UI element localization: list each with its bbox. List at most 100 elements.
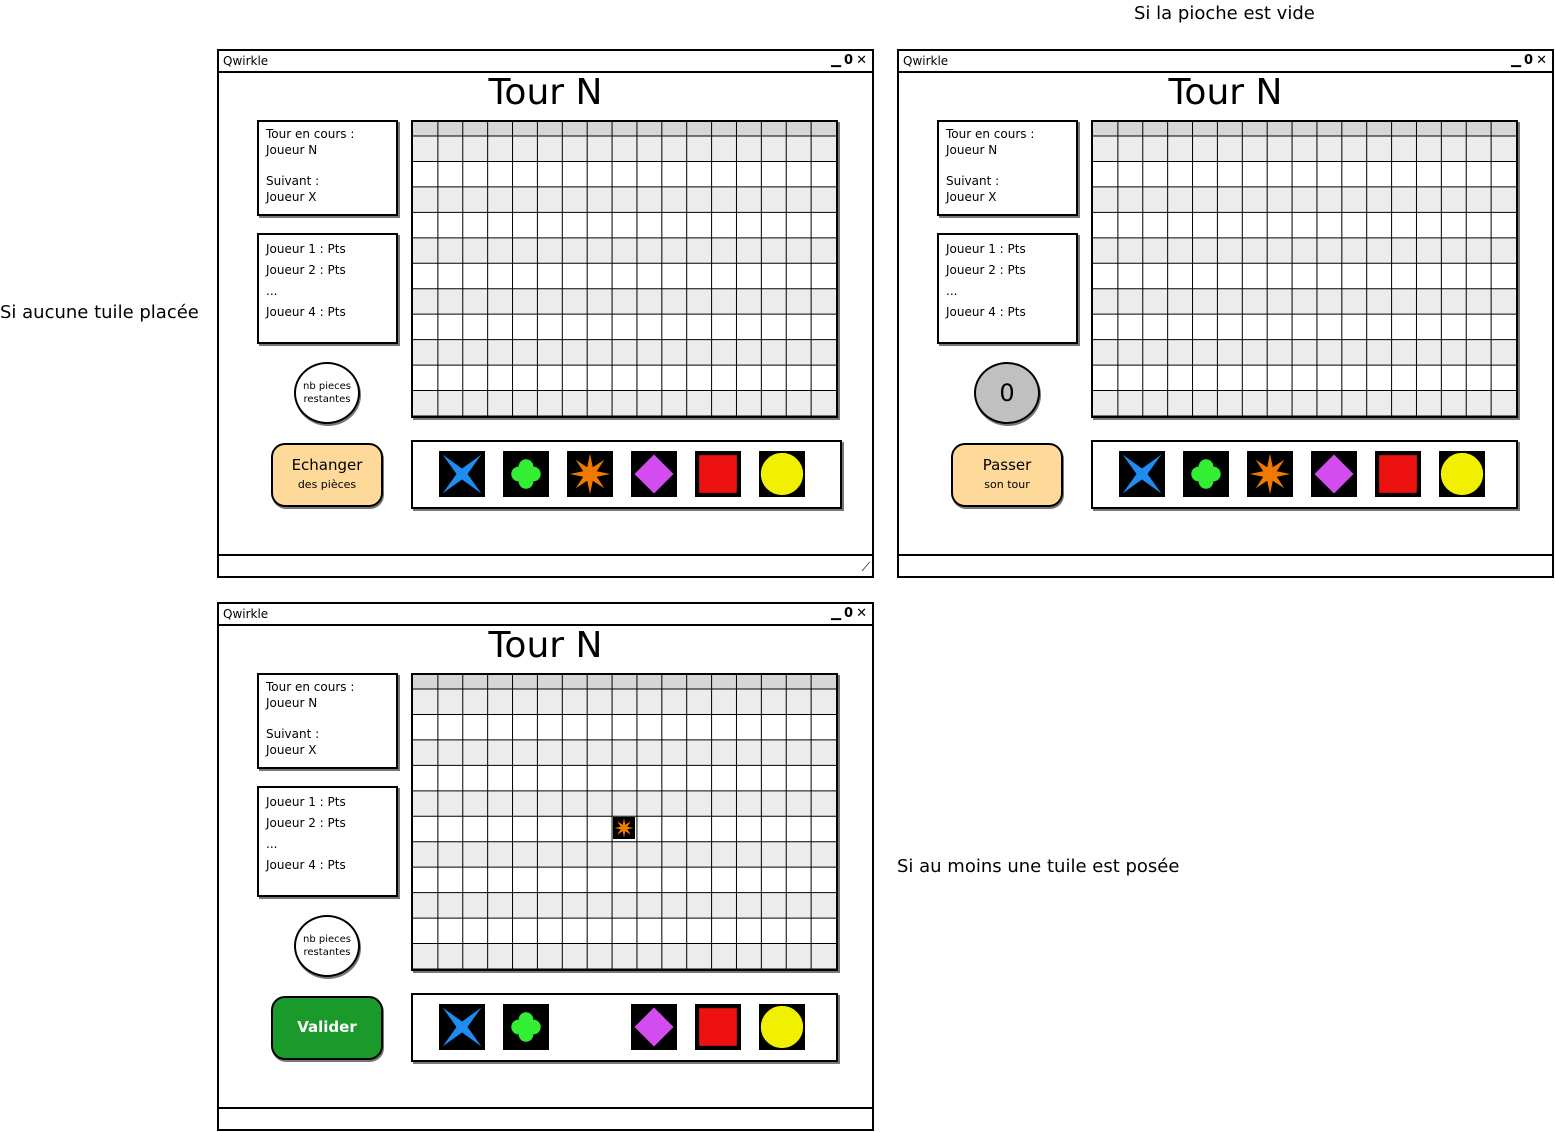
board-row-stripe (1093, 186, 1516, 213)
board-header-row (1093, 122, 1516, 136)
current-player: Joueur N (266, 696, 318, 710)
caption-at-least-one-tile: Si au moins une tuile est posée (897, 856, 1180, 877)
title-bar: Qwirkle ▁ 0 ✕ (219, 51, 872, 73)
player-tile-tray (411, 440, 842, 509)
pieces-remaining-counter: 0 (974, 362, 1040, 424)
maximize-icon[interactable]: 0 (844, 51, 854, 71)
tile-star4-icon[interactable] (439, 1004, 485, 1050)
pieces-remaining-counter: nb pieces restantes (294, 362, 360, 424)
tile-square-icon[interactable] (695, 451, 741, 497)
tile-circle-icon[interactable] (1439, 451, 1485, 497)
tile-starburst-icon[interactable] (1247, 451, 1293, 497)
minimize-icon[interactable]: ▁ (831, 51, 842, 71)
score-player-1: Joueur 1 : Pts (266, 795, 346, 809)
board-row-stripe (413, 186, 836, 213)
tile-clover-icon[interactable] (503, 1004, 549, 1050)
board-row-stripe (413, 136, 836, 162)
window-app-title: Qwirkle (903, 54, 949, 68)
turn-title: Tour N (488, 72, 603, 113)
next-player: Joueur X (946, 190, 997, 204)
score-player-4: Joueur 4 : Pts (946, 305, 1026, 319)
board-row-stripe (413, 689, 836, 715)
current-turn-label: Tour en cours : (946, 127, 1035, 141)
board-row-stripe (1093, 288, 1516, 315)
tile-star4-icon[interactable] (439, 451, 485, 497)
game-window-no-tile: Qwirkle ▁ 0 ✕ Tour N Tour en cours : Joueu… (217, 49, 874, 578)
pieces-remaining-line2: restantes (303, 394, 351, 405)
pass-button-label: Passer (982, 456, 1032, 474)
scores-panel: Joueur 1 : Pts Joueur 2 : Pts ... Joueur… (257, 786, 398, 897)
board-row-stripe (413, 237, 836, 264)
close-icon[interactable]: ✕ (1536, 51, 1548, 71)
next-player: Joueur X (266, 743, 317, 757)
board-row-stripe (413, 790, 836, 817)
exchange-pieces-button[interactable]: Echanger des pièces (271, 443, 383, 507)
tile-diamond-icon[interactable] (1311, 451, 1357, 497)
status-bar (899, 554, 1552, 576)
close-icon[interactable]: ✕ (856, 604, 868, 624)
board-grid (413, 122, 836, 416)
board-row-stripe (1093, 390, 1516, 416)
game-window-tile-placed: Qwirkle ▁ 0 ✕ Tour N Tour en cours : Joueu… (217, 602, 874, 1131)
tile-clover-icon[interactable] (1183, 451, 1229, 497)
placed-tile-starburst[interactable] (613, 817, 636, 840)
board-header-row (413, 122, 836, 136)
resize-grip-icon[interactable]: ⟋ (862, 560, 870, 575)
game-board[interactable] (411, 673, 838, 971)
pass-turn-button[interactable]: Passer son tour (951, 443, 1063, 507)
status-bar: ⟋ (219, 554, 872, 576)
maximize-icon[interactable]: 0 (844, 604, 854, 624)
next-turn-label: Suivant : (266, 727, 320, 741)
tile-diamond-icon[interactable] (631, 1004, 677, 1050)
turn-info-panel: Tour en cours : Joueur N Suivant : Joueu… (257, 673, 398, 769)
board-row-stripe (1093, 237, 1516, 264)
tile-square-icon[interactable] (1375, 451, 1421, 497)
minimize-icon[interactable]: ▁ (1511, 51, 1522, 71)
tile-star4-icon[interactable] (1119, 451, 1165, 497)
status-bar (219, 1107, 872, 1129)
title-bar: Qwirkle ▁ 0 ✕ (219, 604, 872, 626)
board-row-stripe (413, 841, 836, 868)
board-row-stripe (413, 892, 836, 919)
title-bar: Qwirkle ▁ 0 ✕ (899, 51, 1552, 73)
turn-title: Tour N (1168, 72, 1283, 113)
pieces-remaining-counter: nb pieces restantes (294, 915, 360, 977)
pieces-remaining-line1: nb pieces (302, 381, 351, 392)
turn-title: Tour N (488, 625, 603, 666)
maximize-icon[interactable]: 0 (1524, 51, 1534, 71)
tile-square-icon[interactable] (695, 1004, 741, 1050)
scores-panel: Joueur 1 : Pts Joueur 2 : Pts ... Joueur… (937, 233, 1078, 344)
pieces-remaining-line2: restantes (303, 947, 351, 958)
score-player-1: Joueur 1 : Pts (946, 242, 1026, 256)
tile-diamond-icon[interactable] (631, 451, 677, 497)
board-header-row (413, 675, 836, 689)
close-icon[interactable]: ✕ (856, 51, 868, 71)
tile-circle-icon[interactable] (759, 1004, 805, 1050)
next-turn-label: Suivant : (266, 174, 320, 188)
tile-circle-icon[interactable] (759, 451, 805, 497)
score-ellipsis: ... (266, 837, 278, 851)
score-ellipsis: ... (946, 284, 958, 298)
score-player-4: Joueur 4 : Pts (266, 305, 346, 319)
game-board[interactable] (1091, 120, 1518, 418)
current-turn-label: Tour en cours : (266, 127, 355, 141)
caption-no-tile-placed: Si aucune tuile placée (0, 302, 199, 323)
scores-panel: Joueur 1 : Pts Joueur 2 : Pts ... Joueur… (257, 233, 398, 344)
tile-starburst-icon[interactable] (567, 451, 613, 497)
exchange-button-sublabel: des pièces (297, 478, 357, 491)
pass-button-sublabel: son tour (984, 478, 1030, 491)
player-tile-tray (1091, 440, 1518, 509)
board-grid (1093, 122, 1516, 416)
tile-clover-icon[interactable] (503, 451, 549, 497)
current-player: Joueur N (946, 143, 998, 157)
validate-button[interactable]: Valider (271, 996, 383, 1060)
game-board[interactable] (411, 120, 838, 418)
window-app-title: Qwirkle (223, 607, 269, 621)
exchange-button-label: Echanger (291, 456, 363, 474)
turn-info-panel: Tour en cours : Joueur N Suivant : Joueu… (257, 120, 398, 216)
minimize-icon[interactable]: ▁ (831, 604, 842, 624)
board-row-stripe (1093, 136, 1516, 162)
board-row-stripe (413, 739, 836, 766)
score-player-4: Joueur 4 : Pts (266, 858, 346, 872)
score-player-1: Joueur 1 : Pts (266, 242, 346, 256)
